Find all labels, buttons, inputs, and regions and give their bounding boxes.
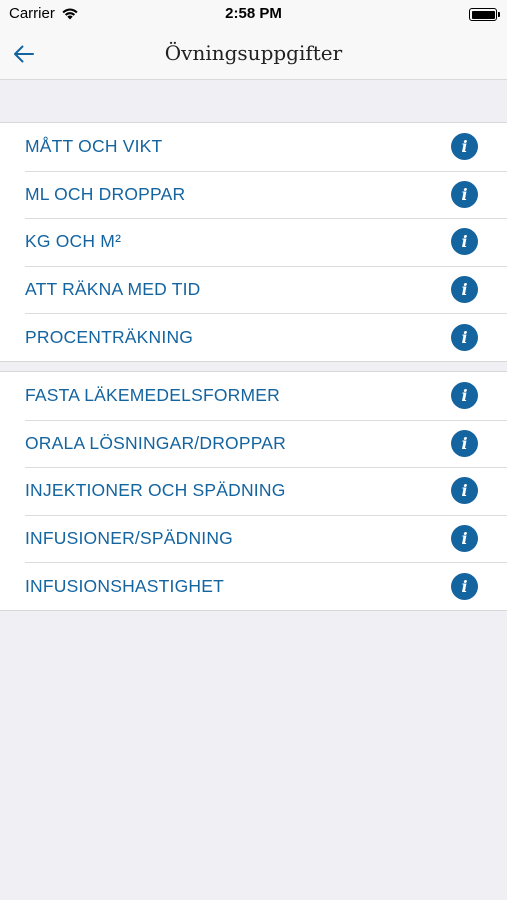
info-icon[interactable]: i [451,228,478,256]
status-bar: Carrier 2:58 PM [0,0,507,28]
list-item-label: INJEKTIONER OCH SPÄDNING [25,480,286,501]
page-title: Övningsuppgifter [164,41,343,65]
info-icon[interactable]: i [451,276,478,304]
list-item-label: INFUSIONSHASTIGHET [25,575,225,596]
list-item-label: ML OCH DROPPAR [25,183,186,204]
list-item-label: ORALA LÖSNINGAR/DROPPAR [25,432,287,453]
info-icon[interactable]: i [451,429,478,457]
list-item[interactable]: MÅTT OCH VIKT i [0,123,507,171]
navigation-bar: Övningsuppgifter [0,28,507,80]
list-item-label: KG OCH M² [25,231,122,252]
list-item[interactable]: INFUSIONER/SPÄDNING i [0,514,507,563]
status-time: 2:58 PM [225,5,282,22]
list-item[interactable]: ORALA LÖSNINGAR/DROPPAR i [0,419,507,468]
info-icon[interactable]: i [451,133,478,161]
list-item-label: INFUSIONER/SPÄDNING [25,528,233,549]
list-item[interactable]: KG OCH M² i [0,218,507,266]
list-item-label: FASTA LÄKEMEDELSFORMER [25,385,280,406]
exercise-section-basics: MÅTT OCH VIKT i ML OCH DROPPAR i KG OCH … [0,122,507,362]
info-icon[interactable]: i [451,323,478,351]
list-item-label: ATT RÄKNA MED TID [25,279,201,300]
list-item[interactable]: INFUSIONSHASTIGHET i [0,562,507,610]
list-item[interactable]: INJEKTIONER OCH SPÄDNING i [0,467,507,515]
list-item[interactable]: ATT RÄKNA MED TID i [0,265,507,314]
list-item-label: MÅTT OCH VIKT [25,136,163,157]
exercise-section-medications: FASTA LÄKEMEDELSFORMER i ORALA LÖSNINGAR… [0,371,507,611]
battery-fill [471,10,495,19]
list-item[interactable]: FASTA LÄKEMEDELSFORMER i [0,372,507,420]
info-icon[interactable]: i [451,477,478,505]
list-item[interactable]: ML OCH DROPPAR i [0,170,507,219]
info-icon[interactable]: i [451,572,478,600]
list-item-label: PROCENTRÄKNING [25,326,194,347]
info-icon[interactable]: i [451,525,478,553]
info-icon[interactable]: i [451,382,478,410]
info-icon[interactable]: i [451,180,478,208]
list-item[interactable]: PROCENTRÄKNING i [0,313,507,361]
battery-icon [469,8,500,21]
